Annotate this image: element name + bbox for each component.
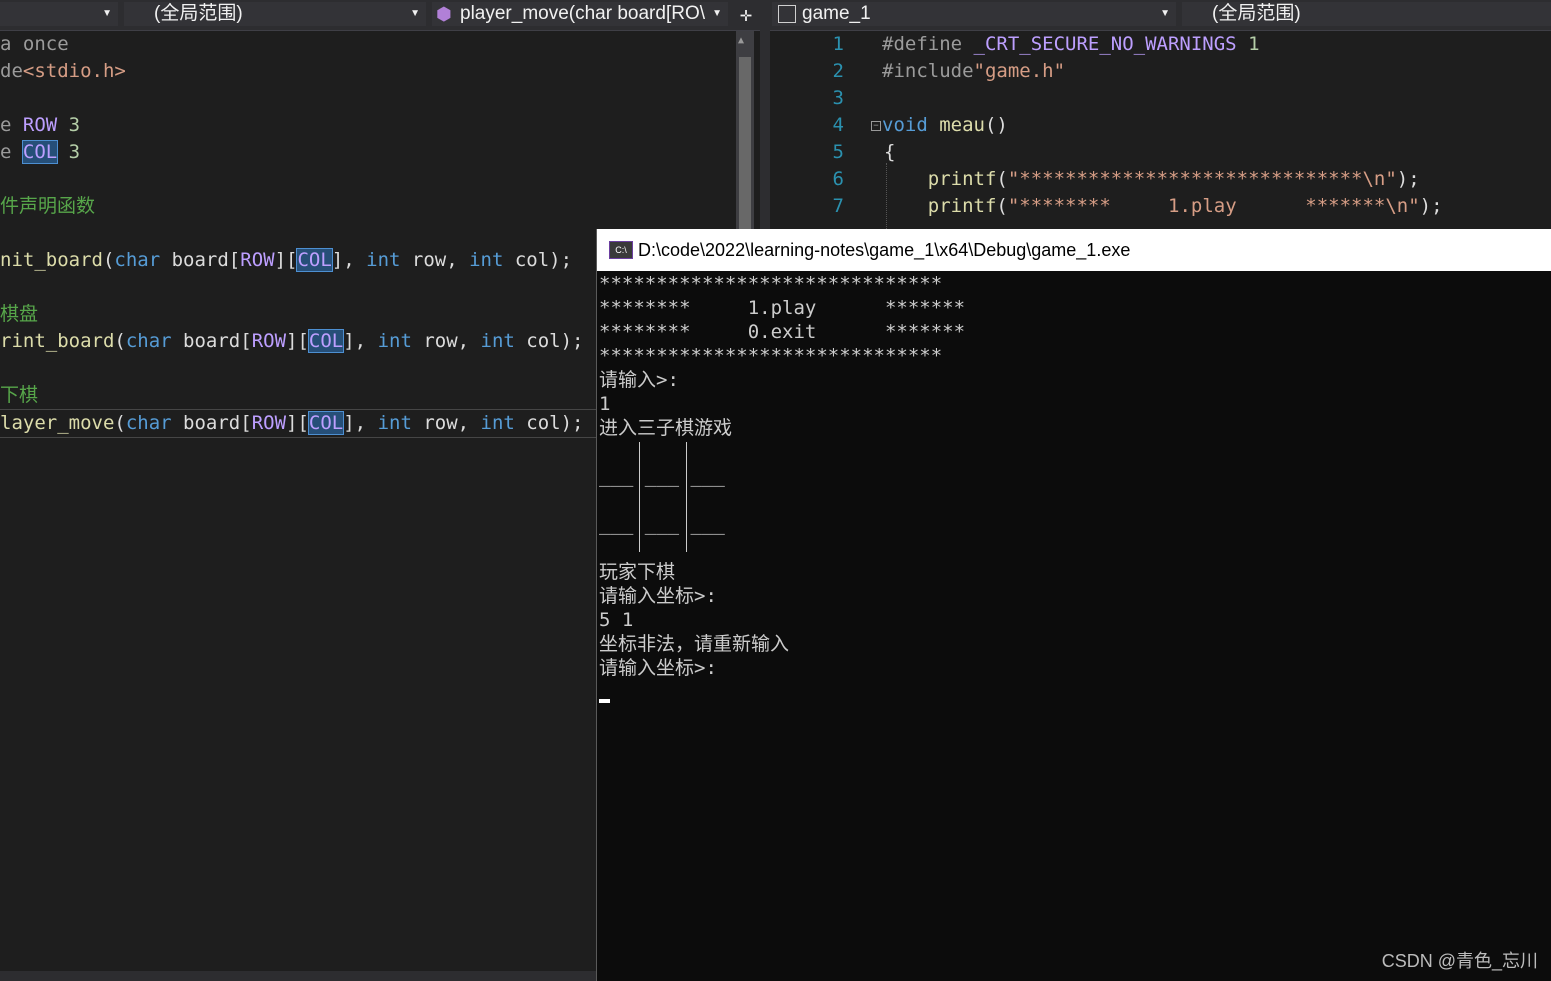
code-line: void meau() [882, 114, 1008, 136]
console-line: 玩家下棋 [599, 561, 676, 583]
file-label: game_1 [802, 3, 871, 24]
console-window[interactable]: C:\ D:\code\2022\learning-notes\game_1\x… [596, 229, 1551, 981]
chevron-down-icon: ▼ [102, 8, 112, 19]
board-column-line [686, 442, 687, 552]
line-number: 5 [832, 141, 844, 163]
right-file-dropdown[interactable]: game_1 ▼ [772, 2, 1176, 26]
code-line: nit_board(char board[ROW][COL], int row,… [0, 248, 573, 272]
code-comment: 下棋 [0, 384, 39, 406]
console-title: D:\code\2022\learning-notes\game_1\x64\D… [638, 240, 1131, 260]
console-line: 坐标非法，请重新输入 [599, 633, 790, 655]
right-navigation-bar: game_1 ▼ (全局范围) [770, 0, 1551, 31]
function-label: player_move(char board[RO\ [460, 3, 705, 24]
code-line: e ROW 3 [0, 114, 81, 136]
console-line: 5 1 [599, 609, 634, 631]
code-line: rint_board(char board[ROW][COL], int row… [0, 329, 584, 353]
line-number: 7 [832, 195, 844, 217]
board-row-separator: ___ ___ ___ [599, 513, 725, 535]
code-line: #include"game.h" [882, 60, 1066, 82]
scroll-up-arrow-icon[interactable]: ▲ [738, 35, 744, 46]
board-column-line [639, 442, 640, 552]
chevron-down-icon: ▼ [410, 8, 420, 19]
console-line: ****************************** [599, 345, 943, 367]
line-number: 4 [832, 114, 844, 136]
console-line: 进入三子棋游戏 [599, 417, 733, 439]
left-scope-dropdown[interactable]: (全局范围) ▼ [124, 2, 426, 26]
scrollbar-thumb[interactable] [739, 57, 751, 247]
line-number: 2 [832, 60, 844, 82]
console-app-icon: C:\ [609, 241, 633, 259]
code-line: a once [0, 33, 69, 55]
console-line: 请输入坐标>: [599, 657, 717, 679]
code-comment: 棋盘 [0, 303, 39, 325]
chevron-down-icon: ▼ [712, 8, 722, 19]
console-line: ******** 0.exit ******* [599, 321, 966, 343]
console-line: 请输入坐标>: [599, 585, 717, 607]
console-title-bar[interactable]: C:\ D:\code\2022\learning-notes\game_1\x… [597, 229, 1551, 271]
line-number: 3 [832, 87, 844, 109]
method-cube-icon: ⬢ [436, 4, 452, 24]
left-navigation-bar: ▼ (全局范围) ▼ ⬢ player_move(char board[RO\ ▼ … [0, 0, 760, 31]
split-pane-icon[interactable]: ✛ [734, 2, 758, 26]
left-status-bar [0, 971, 596, 981]
code-line: e COL 3 [0, 140, 81, 164]
console-line: ****************************** [599, 273, 943, 295]
right-scope-dropdown[interactable]: (全局范围) [1182, 2, 1551, 26]
watermark: CSDN @青色_忘川 [1381, 951, 1538, 971]
console-output: ****************************** ******** … [597, 272, 1551, 981]
console-line: ******** 1.play ******* [599, 297, 966, 319]
line-number: 1 [832, 33, 844, 55]
code-line: printf("******** 1.play *******\n"); [927, 195, 1443, 217]
project-file-icon [778, 5, 796, 23]
code-comment: 件声明函数 [0, 195, 96, 217]
code-line: printf("******************************\n… [927, 168, 1420, 190]
right-code-editor[interactable]: 1 2 3 4 5 6 7 #define _CRT_SECURE_NO_WAR… [770, 31, 1551, 233]
board-row-separator: ___ ___ ___ [599, 465, 725, 487]
chevron-down-icon: ▼ [1160, 8, 1170, 19]
console-line: 请输入>: [599, 369, 679, 391]
code-line: { [884, 141, 896, 163]
line-number: 6 [832, 168, 844, 190]
text-cursor [599, 699, 610, 703]
code-line: #define _CRT_SECURE_NO_WARNINGS 1 [882, 33, 1260, 55]
console-line: 1 [599, 393, 611, 415]
left-function-dropdown[interactable]: ⬢ player_move(char board[RO\ ▼ [432, 2, 728, 26]
left-project-dropdown[interactable]: ▼ [0, 2, 118, 26]
collapse-toggle-icon[interactable]: − [871, 121, 881, 131]
scope-label: (全局范围) [154, 3, 243, 24]
code-line: de<stdio.h> [0, 60, 126, 82]
scope-label: (全局范围) [1212, 3, 1301, 24]
